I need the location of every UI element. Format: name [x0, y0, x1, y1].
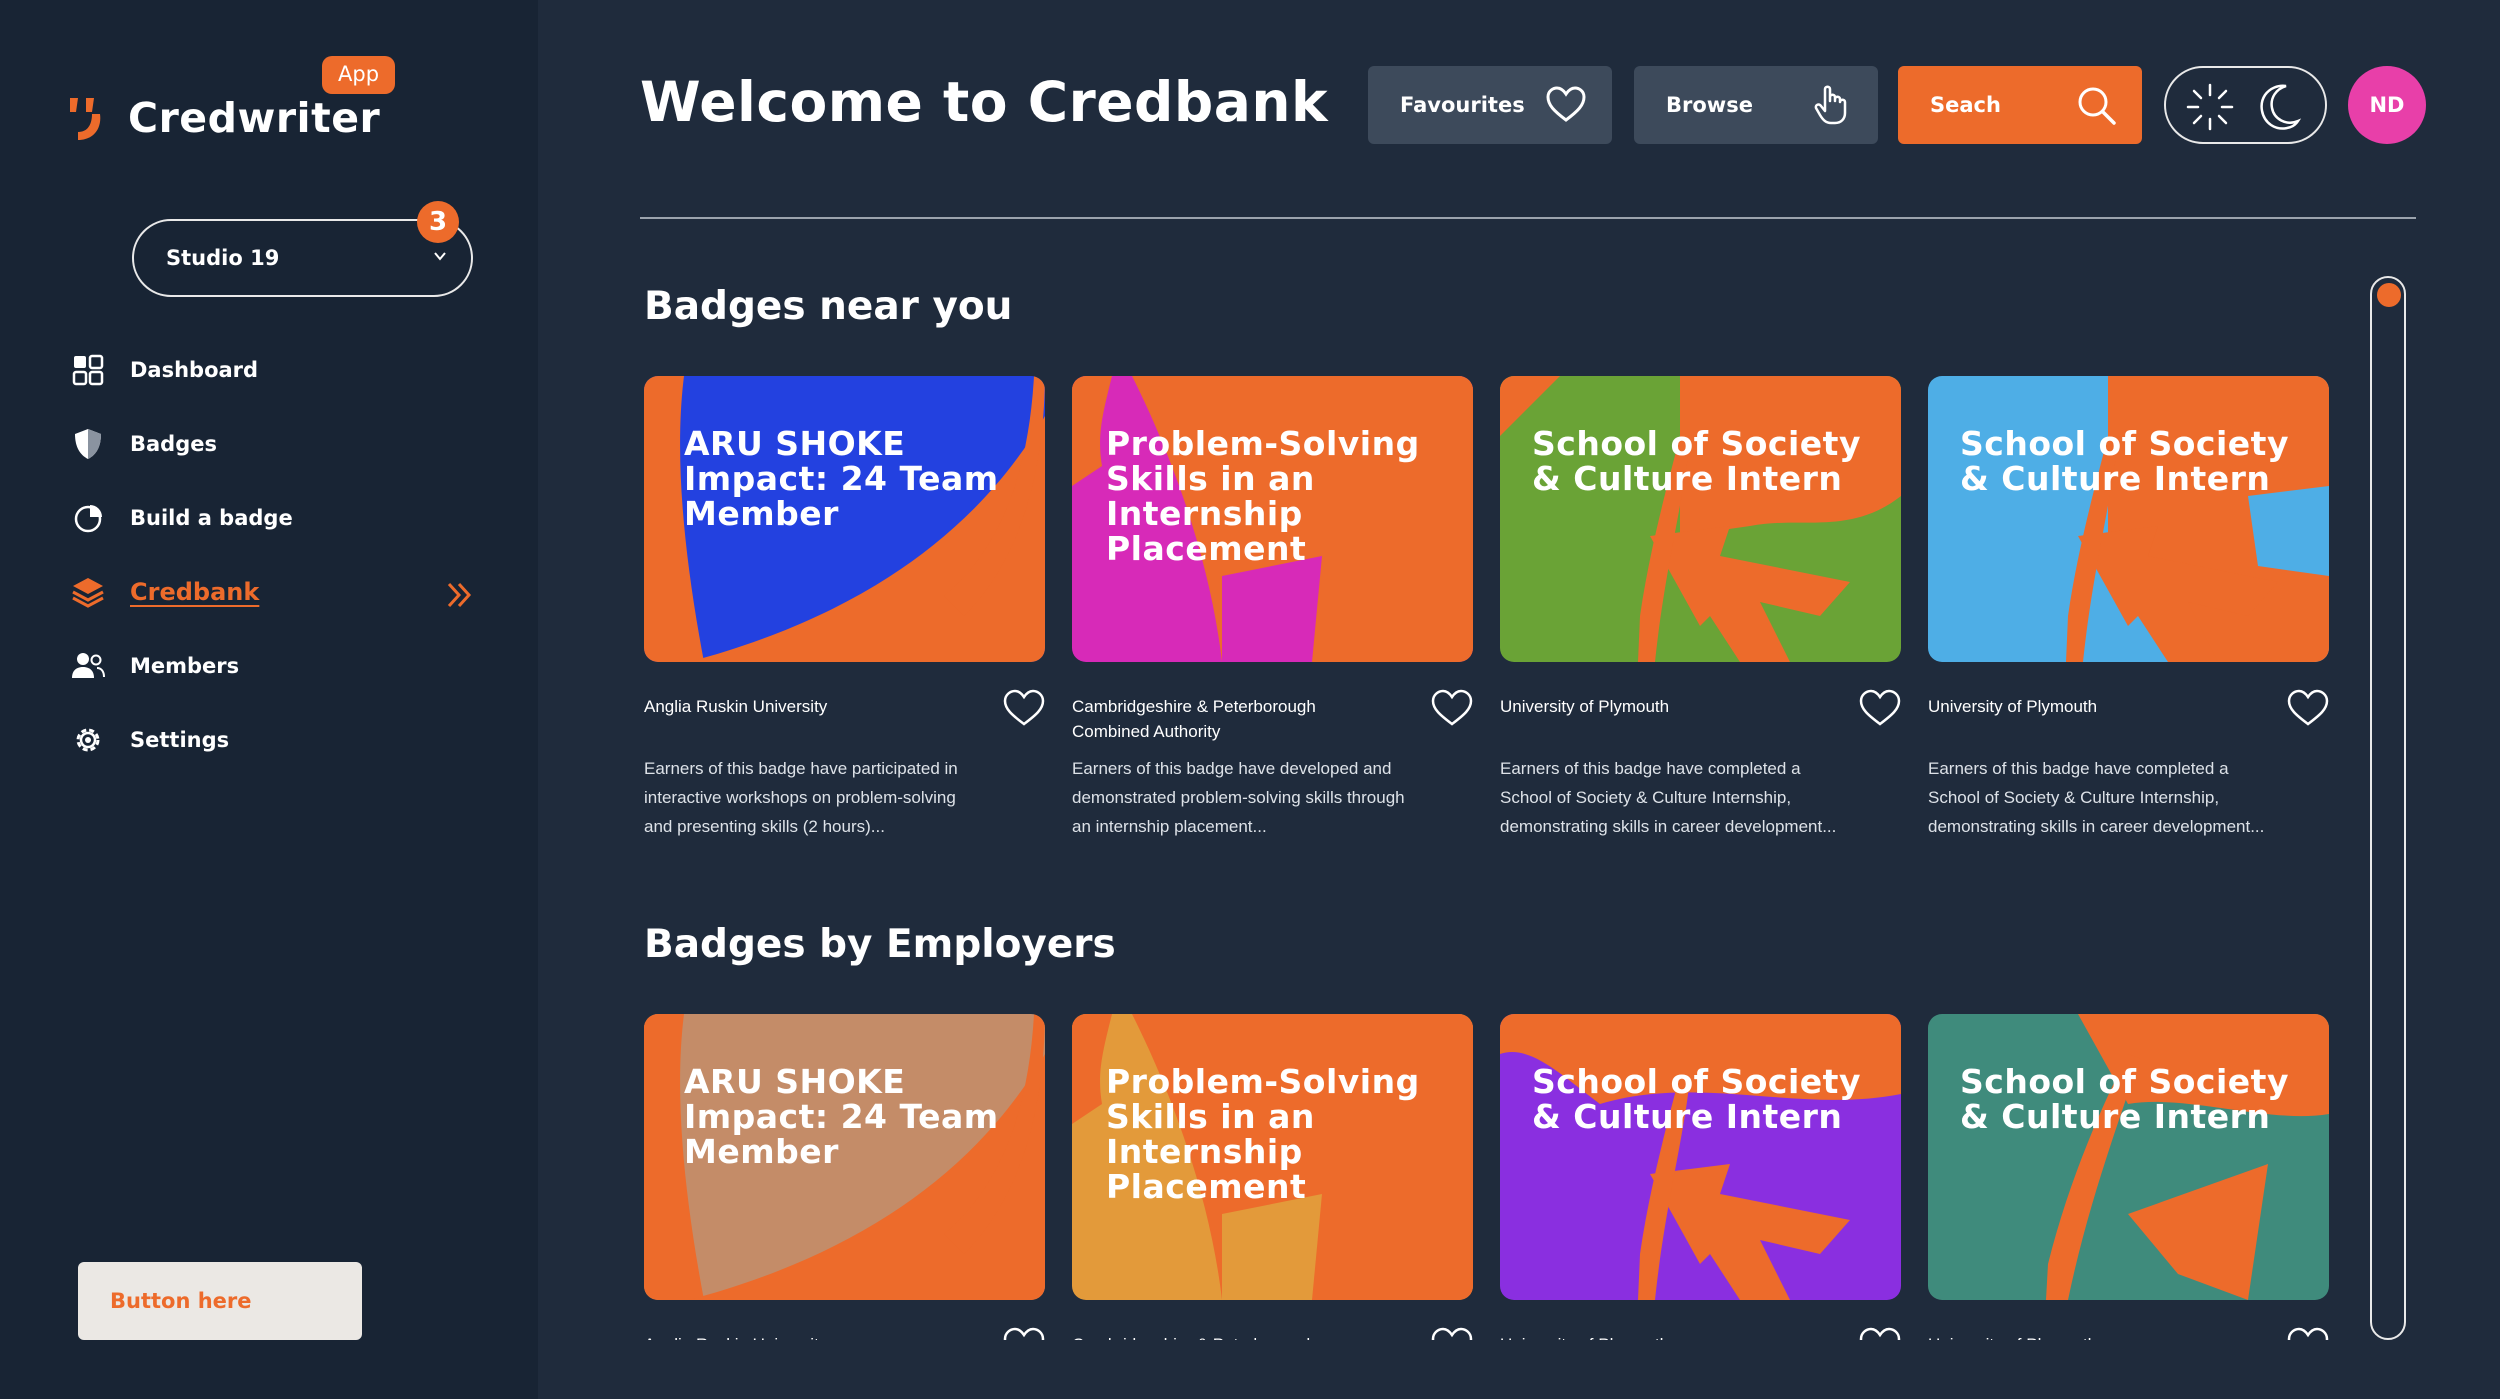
badge-issuer: Anglia Ruskin University [644, 697, 828, 716]
scrollbar[interactable] [2370, 276, 2406, 1340]
badge-description: Earners of this badge have developed and… [1072, 759, 1405, 836]
badge-issuer: University of Plymouth [1928, 697, 2098, 716]
badge-title: Problem-Solving Skills in an Internship … [1106, 1062, 1420, 1206]
badge-card[interactable]: Problem-Solving Skills in an Internship … [1072, 1014, 1473, 1340]
theme-toggle[interactable] [2164, 66, 2327, 144]
sidebar-item-settings[interactable]: Settings [70, 722, 293, 758]
badge-artwork [2066, 376, 2329, 662]
chevron-down-icon [434, 252, 446, 261]
search-button[interactable]: Seach [1898, 66, 2142, 144]
favourites-button[interactable]: Favourites [1368, 66, 1612, 144]
badge-description: Earners of this badge have completed a S… [1500, 759, 1837, 836]
layers-icon [70, 574, 106, 610]
gear-icon [70, 722, 106, 758]
badge-image[interactable]: Problem-Solving Skills in an Internship … [1072, 1014, 1473, 1300]
badge-title: School of Society & Culture Intern [1960, 424, 2289, 498]
badge-image[interactable]: Problem-Solving Skills in an Internship … [1072, 376, 1473, 662]
badge-title: School of Society & Culture Intern [1532, 1062, 1861, 1136]
badge-image[interactable]: ARU SHOKE Impact: 24 Team Member [644, 376, 1045, 662]
badge-issuer: University of Plymouth [1500, 1332, 1820, 1340]
badge-image[interactable]: School of Society & Culture Intern [1928, 376, 2329, 662]
sidebar-item-label: Credbank [130, 578, 260, 606]
badge-card[interactable]: School of Society & Culture Intern Unive… [1928, 376, 2329, 836]
heart-icon[interactable] [2286, 688, 2330, 728]
favourites-label: Favourites [1400, 93, 1525, 117]
badge-issuer: Anglia Ruskin University [644, 1332, 964, 1340]
shield-icon [70, 426, 106, 462]
badge-issuer: Cambridgeshire & Peterborough [1072, 1332, 1392, 1340]
heart-icon[interactable] [1858, 688, 1902, 728]
badge-card[interactable]: Problem-Solving Skills in an Internship … [1072, 376, 1473, 836]
badge-issuer: University of Plymouth [1500, 697, 1670, 716]
heart-icon[interactable] [1002, 688, 1046, 728]
pie-chart-icon [70, 500, 106, 536]
sidebar-item-dashboard[interactable]: Dashboard [70, 352, 293, 388]
workspace-name: Studio 19 [166, 246, 280, 270]
browse-label: Browse [1666, 93, 1753, 117]
badge-image[interactable]: ARU SHOKE Impact: 24 Team Member [644, 1014, 1045, 1300]
heart-icon [1546, 86, 1586, 122]
heart-icon[interactable] [1858, 1326, 1902, 1340]
scrollbar-thumb[interactable] [2377, 283, 2401, 307]
logo[interactable]: Credwriter [66, 92, 380, 144]
badge-description: Earners of this badge have completed a S… [1928, 759, 2265, 836]
browse-button[interactable]: Browse [1634, 66, 1878, 144]
section-title-near-you: Badges near you [644, 284, 1013, 329]
badge-issuer: University of Plymouth [1928, 1332, 2248, 1340]
sidebar-item-badges[interactable]: Badges [70, 426, 293, 462]
heart-icon[interactable] [1430, 688, 1474, 728]
sidebar-item-credbank[interactable]: Credbank [70, 574, 293, 610]
pointer-hand-icon [1814, 85, 1847, 125]
employer-badges-row: ARU SHOKE Impact: 24 Team Member Anglia … [600, 1000, 2360, 1340]
avatar[interactable]: ND [2348, 66, 2426, 144]
heart-icon[interactable] [1002, 1326, 1046, 1340]
sidebar-item-label: Build a badge [130, 506, 293, 530]
double-chevron-right-icon[interactable] [445, 580, 475, 610]
app-badge: App [322, 56, 396, 94]
badge-title: ARU SHOKE Impact: 24 Team Member [684, 1062, 999, 1171]
badge-artwork [1500, 376, 1901, 662]
sidebar-action-button[interactable]: Button here [78, 1262, 362, 1340]
moon-icon[interactable] [2256, 81, 2308, 133]
users-icon [70, 648, 106, 684]
sidebar-item-label: Members [130, 654, 240, 678]
sun-icon[interactable] [2184, 81, 2236, 133]
sidebar-item-members[interactable]: Members [70, 648, 293, 684]
badge-title: Problem-Solving Skills in an Internship … [1106, 424, 1420, 568]
badge-artwork [1500, 1014, 1901, 1300]
quote-logo-icon [70, 98, 101, 140]
badge-image[interactable]: School of Society & Culture Intern [1928, 1014, 2329, 1300]
badge-image[interactable]: School of Society & Culture Intern [1500, 1014, 1901, 1300]
badge-card[interactable]: ARU SHOKE Impact: 24 Team Member Anglia … [644, 1014, 1045, 1340]
badge-card[interactable]: School of Society & Culture Intern Unive… [1500, 1014, 1901, 1340]
sidebar-item-label: Badges [130, 432, 217, 456]
section-title-employers: Badges by Employers [644, 922, 1116, 967]
heart-icon[interactable] [2286, 1326, 2330, 1340]
page-title: Welcome to Credbank [640, 70, 1329, 134]
heart-icon[interactable] [1430, 1326, 1474, 1340]
badge-card[interactable]: School of Society & Culture Intern Unive… [1500, 376, 1901, 836]
badge-artwork [2046, 1014, 2329, 1300]
header-divider [640, 217, 2416, 219]
notification-count: 3 [417, 201, 459, 243]
badge-title: ARU SHOKE Impact: 24 Team Member [684, 424, 999, 533]
sidebar-nav: Dashboard Badges Build a badge Credbank … [70, 352, 293, 796]
app-name: Credwriter [128, 94, 381, 142]
badge-title: School of Society & Culture Intern [1960, 1062, 2289, 1136]
sidebar-item-build-badge[interactable]: Build a badge [70, 500, 293, 536]
badge-issuer: Cambridgeshire & Peterborough Combined A… [1072, 697, 1316, 741]
search-label: Seach [1930, 93, 2001, 117]
search-icon [2078, 87, 2116, 125]
dashboard-icon [70, 352, 106, 388]
sidebar-item-label: Settings [130, 728, 230, 752]
sidebar-item-label: Dashboard [130, 358, 259, 382]
badge-card[interactable]: ARU SHOKE Impact: 24 Team Member Anglia … [644, 376, 1045, 836]
badge-card[interactable]: School of Society & Culture Intern Unive… [1928, 1014, 2329, 1340]
sidebar: Credwriter App Studio 19 3 Dashboard Bad… [0, 0, 538, 1399]
badge-title: School of Society & Culture Intern [1532, 424, 1861, 498]
badge-description: Earners of this badge have participated … [644, 759, 958, 836]
badge-image[interactable]: School of Society & Culture Intern [1500, 376, 1901, 662]
